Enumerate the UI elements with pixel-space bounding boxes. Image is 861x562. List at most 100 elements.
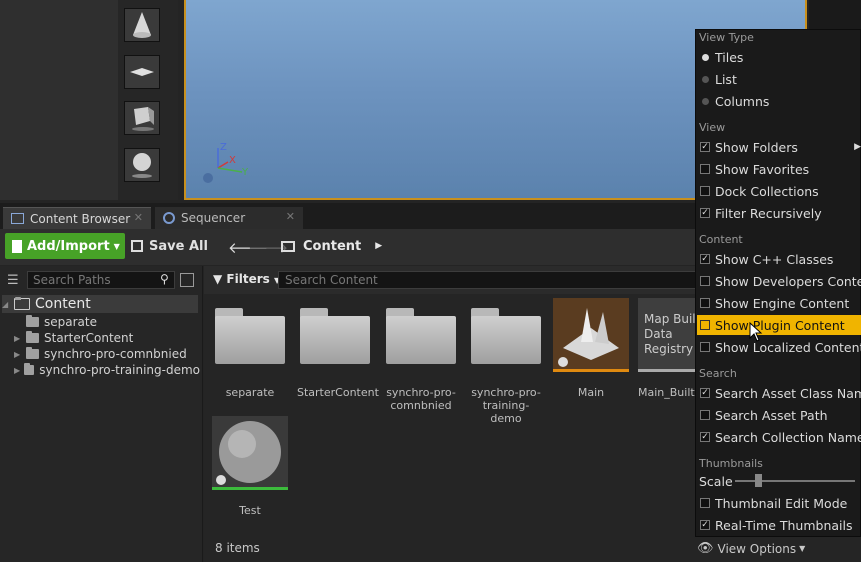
mouse-cursor-icon bbox=[749, 322, 763, 342]
item-count: 8 items bbox=[215, 541, 260, 555]
menu-item-tiles[interactable]: Tiles bbox=[697, 47, 861, 67]
menu-item-show-folders[interactable]: ✓ Show Folders ▶ bbox=[697, 137, 861, 157]
scale-slider[interactable] bbox=[735, 480, 855, 482]
cone-icon[interactable] bbox=[124, 8, 160, 42]
cube-icon[interactable] bbox=[124, 101, 160, 135]
view-options-menu: View Type Tiles List Columns View ✓ Show … bbox=[695, 29, 861, 537]
checkbox-checked-icon[interactable]: ✓ bbox=[700, 520, 710, 530]
asset-tile-main[interactable]: Main bbox=[553, 298, 629, 399]
menu-label: Search Asset Class Names bbox=[715, 385, 861, 401]
asset-tile-main-builtdata[interactable]: Map Build Data Registry Main_BuiltD bbox=[638, 298, 698, 399]
asset-tile-startercontent[interactable]: StarterContent bbox=[297, 298, 379, 399]
menu-item-search-asset-path[interactable]: Search Asset Path bbox=[697, 405, 861, 425]
asset-label: synchro-pro-training-demo bbox=[471, 386, 541, 425]
checkbox-icon[interactable] bbox=[700, 410, 710, 420]
menu-header-view-type: View Type bbox=[699, 31, 754, 44]
menu-item-show-plugin-content[interactable]: Show Plugin Content bbox=[697, 315, 861, 335]
tree-item-synchro-pro-training-demo[interactable]: ▶ synchro-pro-training-demo bbox=[14, 362, 200, 378]
folder-icon bbox=[26, 315, 39, 327]
checkbox-checked-icon[interactable]: ✓ bbox=[700, 432, 710, 442]
tree-item-synchro-pro-comnbnied[interactable]: ▶ synchro-pro-comnbnied bbox=[14, 346, 187, 362]
menu-item-show-favorites[interactable]: Show Favorites bbox=[697, 159, 861, 179]
list-view-icon[interactable] bbox=[180, 273, 194, 287]
menu-item-show-developers-content[interactable]: Show Developers Content bbox=[697, 271, 861, 291]
funnel-icon: ▼ bbox=[213, 272, 223, 286]
menu-item-show-localized-content[interactable]: Show Localized Content bbox=[697, 337, 861, 357]
close-icon[interactable]: ✕ bbox=[134, 211, 143, 224]
checkbox-icon[interactable] bbox=[700, 164, 710, 174]
menu-item-thumbnail-edit-mode[interactable]: Thumbnail Edit Mode bbox=[697, 493, 861, 513]
checkbox-icon[interactable] bbox=[700, 276, 710, 286]
material-sphere-thumbnail bbox=[212, 416, 288, 490]
asset-tile-synchro-pro-comnbnied[interactable]: synchro-pro-comnbnied bbox=[383, 298, 459, 412]
menu-header-search: Search bbox=[699, 367, 737, 380]
checkbox-checked-icon[interactable]: ✓ bbox=[700, 254, 710, 264]
collapsed-arrow-icon[interactable]: ▶ bbox=[14, 366, 24, 375]
scale-slider-handle[interactable] bbox=[755, 474, 762, 487]
checkbox-checked-icon[interactable]: ✓ bbox=[700, 208, 710, 218]
menu-item-columns[interactable]: Columns bbox=[697, 91, 861, 111]
menu-item-search-asset-class-names[interactable]: ✓ Search Asset Class Names bbox=[697, 383, 861, 403]
menu-label: Search Asset Path bbox=[715, 407, 828, 423]
asset-tile-synchro-pro-training-demo[interactable]: synchro-pro-training-demo bbox=[468, 298, 544, 425]
menu-label: Show Favorites bbox=[715, 161, 810, 177]
checkbox-icon[interactable] bbox=[700, 320, 710, 330]
search-paths-input[interactable]: Search Paths bbox=[27, 271, 175, 289]
tab-label: Content Browser bbox=[30, 211, 131, 226]
content-browser-icon bbox=[11, 213, 24, 224]
tab-content-browser[interactable]: Content Browser ✕ bbox=[3, 207, 151, 229]
checkbox-checked-icon[interactable]: ✓ bbox=[700, 142, 710, 152]
menu-item-dock-collections[interactable]: Dock Collections bbox=[697, 181, 861, 201]
menu-item-real-time-thumbnails[interactable]: ✓ Real-Time Thumbnails bbox=[697, 515, 861, 535]
menu-label: Real-Time Thumbnails bbox=[715, 517, 853, 533]
radio-icon bbox=[702, 76, 709, 83]
menu-item-show-cpp-classes[interactable]: ✓ Show C++ Classes bbox=[697, 249, 861, 269]
filters-button[interactable]: ▼ Filters ▼ bbox=[213, 272, 280, 286]
tree-item-separate[interactable]: separate bbox=[26, 314, 97, 330]
checkbox-icon[interactable] bbox=[700, 186, 710, 196]
checkbox-checked-icon[interactable]: ✓ bbox=[700, 388, 710, 398]
close-icon[interactable]: ✕ bbox=[286, 210, 295, 223]
menu-label: Show Localized Content bbox=[715, 339, 861, 355]
radio-icon bbox=[702, 98, 709, 105]
tree-item-startercontent[interactable]: ▶ StarterContent bbox=[14, 330, 133, 346]
menu-label: Columns bbox=[715, 93, 770, 109]
asset-label: synchro-pro-comnbnied bbox=[386, 386, 456, 412]
folder-icon bbox=[26, 331, 39, 343]
checkbox-icon[interactable] bbox=[700, 298, 710, 308]
folder-icon bbox=[212, 298, 288, 372]
plane-icon[interactable] bbox=[124, 55, 160, 89]
sphere-icon[interactable] bbox=[124, 148, 160, 182]
collapsed-arrow-icon[interactable]: ▶ bbox=[14, 334, 26, 343]
map-build-data-thumbnail: Map Build Data Registry bbox=[638, 298, 698, 372]
tree-item-label: separate bbox=[44, 315, 97, 329]
menu-label: Show C++ Classes bbox=[715, 251, 834, 267]
checkbox-icon[interactable] bbox=[700, 498, 710, 508]
checkbox-icon[interactable] bbox=[700, 342, 710, 352]
menu-item-list[interactable]: List bbox=[697, 69, 861, 89]
filters-label: Filters bbox=[226, 272, 270, 286]
menu-item-filter-recursively[interactable]: ✓ Filter Recursively bbox=[697, 203, 861, 223]
expand-arrow-icon[interactable]: ◢ bbox=[2, 300, 14, 309]
asset-tile-separate[interactable]: separate bbox=[212, 298, 288, 399]
open-folder-icon bbox=[281, 240, 295, 252]
tree-root-label: Content bbox=[35, 296, 91, 312]
save-all-button[interactable]: Save All bbox=[131, 233, 208, 259]
menu-label: Search Collection Names bbox=[715, 429, 861, 445]
add-import-button[interactable]: Add/Import ▼ bbox=[5, 233, 125, 259]
tab-sequencer[interactable]: Sequencer ✕ bbox=[155, 207, 303, 229]
menu-item-show-engine-content[interactable]: Show Engine Content bbox=[697, 293, 861, 313]
radio-icon bbox=[702, 54, 709, 61]
view-options-button[interactable]: 👁 View Options ▼ bbox=[697, 541, 805, 556]
folder-icon bbox=[26, 347, 39, 359]
asset-tile-test[interactable]: Test bbox=[212, 416, 288, 517]
tree-item-label: StarterContent bbox=[44, 331, 134, 345]
chevron-right-icon[interactable]: ▶ bbox=[375, 241, 382, 251]
level-thumbnail-icon bbox=[553, 298, 629, 372]
collapsed-arrow-icon[interactable]: ▶ bbox=[14, 350, 26, 359]
asset-label: StarterContent bbox=[297, 386, 379, 399]
tree-root-content[interactable]: ◢ Content bbox=[2, 295, 198, 313]
sources-toggle-icon[interactable]: ☰ bbox=[7, 273, 19, 288]
menu-item-search-collection-names[interactable]: ✓ Search Collection Names bbox=[697, 427, 861, 447]
path-breadcrumb[interactable]: Content ▶ bbox=[281, 233, 382, 259]
